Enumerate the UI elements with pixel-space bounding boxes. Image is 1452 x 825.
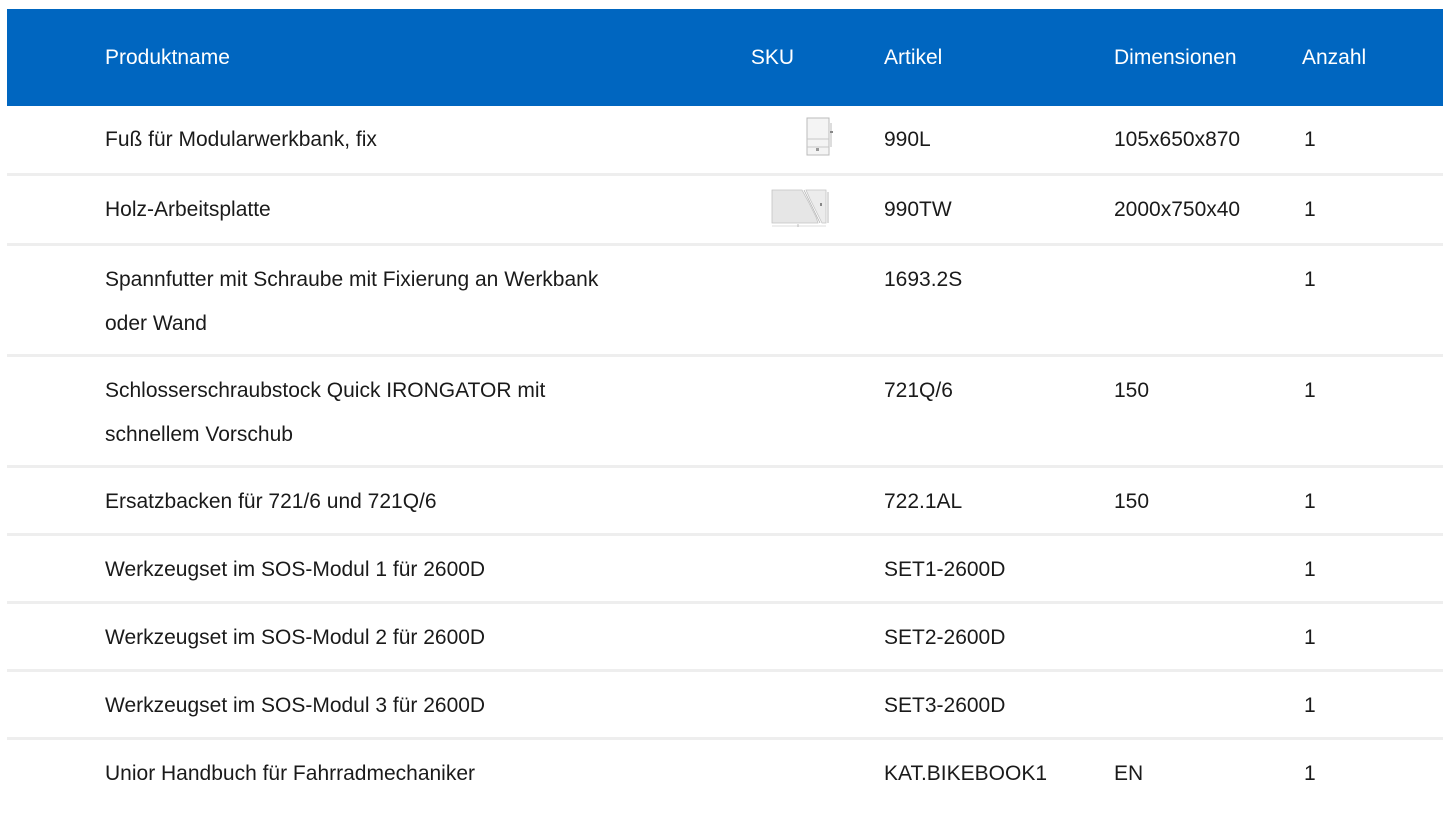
product-name[interactable]: Ersatzbacken für 721/6 und 721Q/6	[7, 467, 641, 535]
product-name[interactable]: Holz-Arbeitsplatte	[7, 175, 641, 245]
dimensions-value: EN	[1114, 762, 1144, 785]
sku-cell	[641, 106, 884, 175]
wooden-worktop-icon	[771, 189, 829, 227]
product-table: Produktname SKU Artikel Dimensionen Anza…	[7, 9, 1443, 805]
article-number: 721Q/6	[884, 379, 953, 402]
article-number: 1693.2S	[884, 268, 963, 291]
header-sku[interactable]: SKU	[641, 9, 884, 106]
product-name[interactable]: Werkzeugset im SOS-Modul 1 für 2600D	[7, 535, 641, 603]
quantity-value: 1	[1304, 128, 1316, 151]
sku-cell	[641, 245, 884, 356]
quantity-value: 1	[1304, 558, 1316, 581]
table-row: Werkzeugset im SOS-Modul 3 für 2600D SET…	[7, 671, 1443, 739]
sku-cell	[641, 356, 884, 467]
dimensions-value: 105x650x870	[1114, 128, 1241, 151]
table-body: Fuß für Modularwerkbank, fix 990L 105x65…	[7, 106, 1443, 805]
table-row: Holz-Arbeitsplatte 990TW 2000x750x40 1	[7, 175, 1443, 245]
sku-cell	[641, 671, 884, 739]
product-name[interactable]: Werkzeugset im SOS-Modul 2 für 2600D	[7, 603, 641, 671]
table-row: Werkzeugset im SOS-Modul 2 für 2600D SET…	[7, 603, 1443, 671]
quantity-value: 1	[1304, 490, 1316, 513]
header-product-name[interactable]: Produktname	[7, 9, 641, 106]
dimensions-value: 150	[1114, 379, 1150, 402]
workbench-leg-icon	[806, 117, 833, 156]
table-row: Schlosserschraubstock Quick IRONGATOR mi…	[7, 356, 1443, 467]
quantity-value: 1	[1304, 626, 1316, 649]
product-table-container: Produktname SKU Artikel Dimensionen Anza…	[7, 9, 1443, 805]
header-quantity[interactable]: Anzahl	[1302, 9, 1443, 106]
quantity-value: 1	[1304, 198, 1316, 221]
header-dimensions[interactable]: Dimensionen	[1114, 9, 1302, 106]
sku-cell	[641, 603, 884, 671]
article-number: SET1-2600D	[884, 558, 1006, 581]
article-number: 722.1AL	[884, 490, 963, 513]
table-row: Fuß für Modularwerkbank, fix 990L 105x65…	[7, 106, 1443, 175]
quantity-value: 1	[1304, 268, 1316, 291]
table-row: Spannfutter mit Schraube mit Fixierung a…	[7, 245, 1443, 356]
sku-cell	[641, 175, 884, 245]
product-name[interactable]: Spannfutter mit Schraube mit Fixierung a…	[7, 245, 641, 356]
table-row: Werkzeugset im SOS-Modul 1 für 2600D SET…	[7, 535, 1443, 603]
article-number: 990L	[884, 128, 931, 151]
header-row: Produktname SKU Artikel Dimensionen Anza…	[7, 9, 1443, 106]
product-name[interactable]: Werkzeugset im SOS-Modul 3 für 2600D	[7, 671, 641, 739]
table-row: Ersatzbacken für 721/6 und 721Q/6 722.1A…	[7, 467, 1443, 535]
dimensions-value	[1114, 671, 1302, 739]
article-number: SET3-2600D	[884, 694, 1006, 717]
quantity-value: 1	[1304, 379, 1316, 402]
quantity-value: 1	[1304, 694, 1316, 717]
article-number: 990TW	[884, 198, 952, 221]
wooden-worktop-thumbnail[interactable]	[770, 187, 834, 243]
product-name[interactable]: Fuß für Modularwerkbank, fix	[7, 106, 641, 175]
sku-cell	[641, 739, 884, 805]
product-name[interactable]: Unior Handbuch für Fahrradmechaniker	[7, 739, 641, 805]
dimensions-value: 150	[1114, 490, 1150, 513]
dimensions-value: 2000x750x40	[1114, 198, 1241, 221]
quantity-value: 1	[1304, 762, 1316, 785]
dimensions-value	[1114, 535, 1302, 603]
product-name[interactable]: Schlosserschraubstock Quick IRONGATOR mi…	[7, 356, 641, 467]
article-number: SET2-2600D	[884, 626, 1006, 649]
sku-cell	[641, 467, 884, 535]
dimensions-value	[1114, 603, 1302, 671]
table-row: Unior Handbuch für Fahrradmechaniker KAT…	[7, 739, 1443, 805]
dimensions-value	[1114, 245, 1302, 356]
table-header: Produktname SKU Artikel Dimensionen Anza…	[7, 9, 1443, 106]
header-article[interactable]: Artikel	[884, 9, 1114, 106]
article-number: KAT.BIKEBOOK1	[884, 762, 1048, 785]
sku-cell	[641, 535, 884, 603]
workbench-leg-thumbnail[interactable]	[806, 117, 834, 173]
